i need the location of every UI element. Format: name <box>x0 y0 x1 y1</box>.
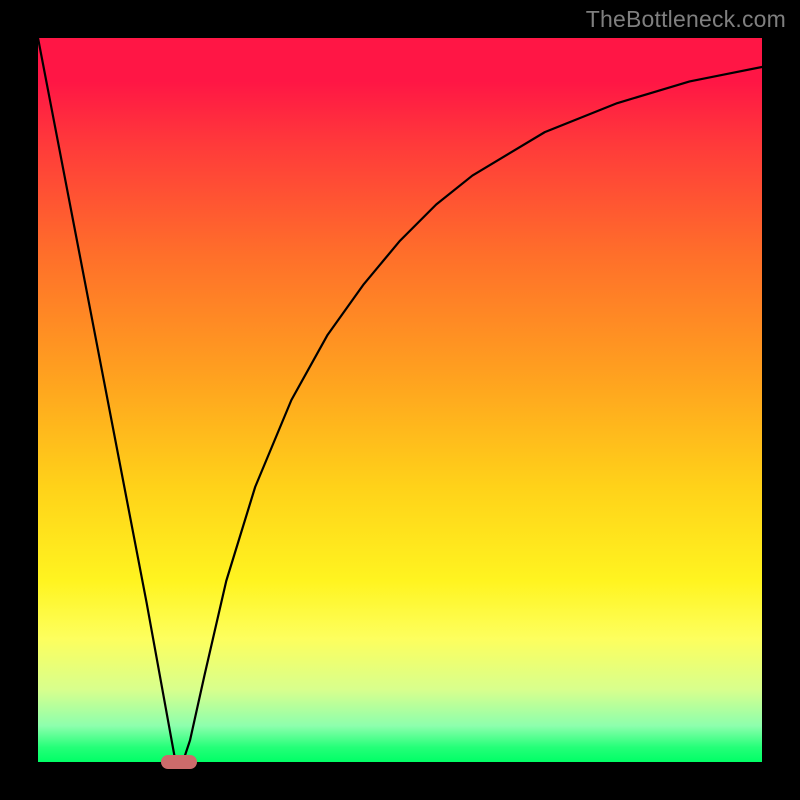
curve-line <box>38 38 762 762</box>
min-marker <box>161 755 197 769</box>
plot-area <box>38 38 762 762</box>
chart-frame: TheBottleneck.com <box>0 0 800 800</box>
watermark-text: TheBottleneck.com <box>586 6 786 33</box>
